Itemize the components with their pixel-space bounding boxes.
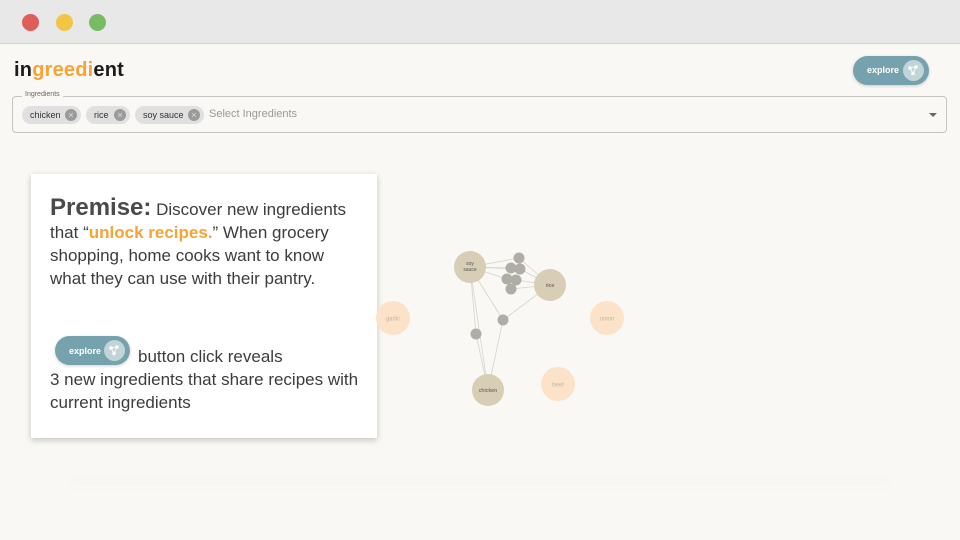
recipe-node[interactable] xyxy=(497,314,509,326)
ingredient-chip-soy-sauce[interactable]: soy sauce × xyxy=(135,106,204,124)
graph-node-label: onion xyxy=(600,317,615,323)
ingredient-chip-rice[interactable]: rice × xyxy=(86,106,130,124)
ingredients-select[interactable]: Ingredients chicken × rice × soy sauce × Se… xyxy=(12,91,947,133)
graph-node-label: garlic xyxy=(386,317,400,323)
graph-node-label: rice xyxy=(546,283,555,289)
remove-chip-icon[interactable]: × xyxy=(188,109,200,121)
maximize-window-button[interactable] xyxy=(89,14,106,31)
graph-node-garlic[interactable]: garlic xyxy=(376,301,410,335)
graph-node-label: sauce xyxy=(463,267,477,273)
recipe-node[interactable] xyxy=(470,328,482,340)
logo-part-in: in xyxy=(14,59,33,81)
app-logo: ingreedient xyxy=(14,59,124,82)
ingredient-graph: garlic onion beef soysauce rice chicken xyxy=(376,251,624,406)
network-icon xyxy=(903,60,924,81)
window-titlebar xyxy=(0,0,960,44)
logo-part-greedi: greedi xyxy=(32,59,94,81)
remove-chip-icon[interactable]: × xyxy=(114,109,126,121)
chip-label: soy sauce xyxy=(143,110,184,120)
chip-label: chicken xyxy=(30,110,61,120)
explore-button[interactable]: explore xyxy=(853,56,929,85)
graph-node-beef[interactable]: beef xyxy=(541,367,575,401)
recipe-node[interactable] xyxy=(514,263,526,275)
explore-description: button click reveals 3 new ingredients th… xyxy=(50,345,370,414)
unlock-recipes-highlight: unlock recipes. xyxy=(88,223,213,242)
button-description: button click reveals xyxy=(138,347,283,366)
chip-label: rice xyxy=(94,110,109,120)
dropdown-arrow-icon[interactable] xyxy=(929,113,937,117)
ingredient-chip-chicken[interactable]: chicken × xyxy=(22,106,81,124)
close-window-button[interactable] xyxy=(22,14,39,31)
graph-node-rice[interactable]: rice xyxy=(534,269,566,301)
logo-part-ent: ent xyxy=(93,59,125,81)
recipe-node[interactable] xyxy=(505,283,517,295)
ingredients-placeholder[interactable]: Select Ingredients xyxy=(209,108,297,120)
premise-text: Premise: Discover new ingredients that “… xyxy=(50,196,360,290)
graph-node-soy-sauce[interactable]: soysauce xyxy=(454,251,486,283)
graph-node-label: chicken xyxy=(479,388,498,394)
graph-node-onion[interactable]: onion xyxy=(590,301,624,335)
graph-floor-shadow xyxy=(70,486,890,488)
remove-chip-icon[interactable]: × xyxy=(65,109,77,121)
graph-node-chicken[interactable]: chicken xyxy=(472,374,504,406)
graph-node-label: beef xyxy=(552,383,564,389)
recipe-node[interactable] xyxy=(513,252,525,264)
minimize-window-button[interactable] xyxy=(56,14,73,31)
premise-card: Premise: Discover new ingredients that “… xyxy=(31,174,377,438)
ingredients-legend: Ingredients xyxy=(22,91,63,98)
explore-button-label: explore xyxy=(867,65,900,75)
premise-label: Premise: xyxy=(50,194,152,221)
new-ingredients-highlight: 3 new ingredients xyxy=(50,370,184,389)
